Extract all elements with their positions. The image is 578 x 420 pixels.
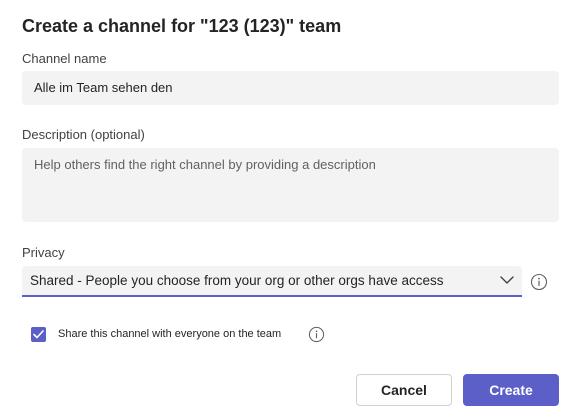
checkmark-icon (33, 330, 44, 339)
create-button[interactable]: Create (463, 374, 559, 406)
description-input[interactable]: Help others find the right channel by pr… (22, 148, 559, 222)
chevron-down-icon (500, 276, 514, 284)
channel-name-input[interactable]: Alle im Team sehen den (22, 71, 559, 105)
privacy-label: Privacy (22, 245, 65, 260)
privacy-selected-value: Shared - People you choose from your org… (30, 273, 444, 288)
share-with-team-checkbox[interactable] (31, 327, 46, 342)
info-icon[interactable] (308, 326, 325, 343)
share-with-team-label: Share this channel with everyone on the … (58, 328, 282, 340)
dialog-title: Create a channel for "123 (123)" team (22, 16, 342, 36)
privacy-select[interactable]: Shared - People you choose from your org… (22, 266, 522, 297)
description-label: Description (optional) (22, 127, 145, 142)
create-channel-dialog: Create a channel for "123 (123)" team Ch… (0, 0, 578, 420)
info-icon[interactable] (530, 273, 548, 291)
cancel-button[interactable]: Cancel (356, 374, 452, 406)
channel-name-label: Channel name (22, 51, 107, 66)
